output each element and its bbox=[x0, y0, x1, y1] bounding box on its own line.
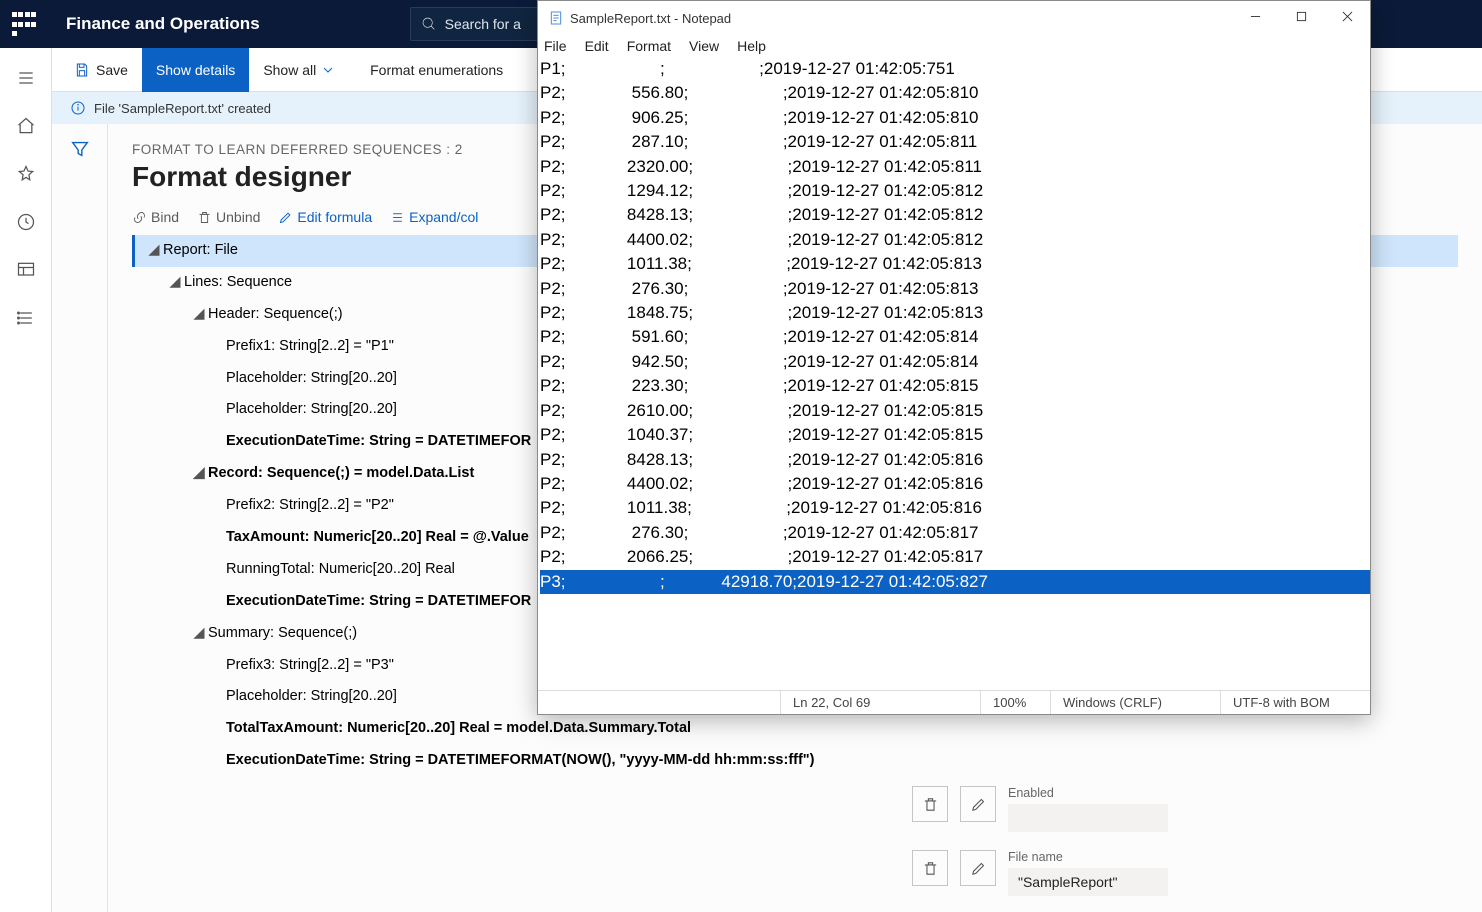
edit-formula-button[interactable]: Edit formula bbox=[278, 209, 372, 225]
notepad-statusbar: Ln 22, Col 69 100% Windows (CRLF) UTF-8 … bbox=[538, 690, 1370, 714]
tree-label: Prefix1: String[2..2] = "P1" bbox=[226, 331, 394, 363]
enabled-label: Enabled bbox=[1008, 786, 1168, 800]
chevron-down-icon bbox=[320, 62, 336, 78]
nav-modules[interactable] bbox=[10, 302, 42, 334]
status-spacer bbox=[538, 691, 780, 714]
pencil-icon bbox=[970, 796, 987, 813]
save-label: Save bbox=[96, 62, 128, 78]
pencil-icon bbox=[278, 210, 293, 225]
expand-collapse-button[interactable]: Expand/col bbox=[390, 209, 478, 225]
list-icon bbox=[390, 210, 405, 225]
waffle-icon[interactable] bbox=[12, 12, 36, 36]
trash-icon bbox=[922, 860, 939, 877]
show-details-button[interactable]: Show details bbox=[142, 48, 249, 92]
tree-label: Placeholder: String[20..20] bbox=[226, 394, 397, 426]
filename-value[interactable]: "SampleReport" bbox=[1008, 868, 1168, 896]
save-icon bbox=[74, 62, 90, 78]
nav-favorites[interactable] bbox=[10, 158, 42, 190]
properties-panel: Enabled File name "SampleReport" bbox=[896, 770, 1482, 912]
format-enumerations-button[interactable]: Format enumerations bbox=[356, 48, 517, 92]
show-all-label: Show all bbox=[263, 62, 316, 78]
menu-format[interactable]: Format bbox=[627, 38, 671, 54]
notepad-icon bbox=[548, 10, 564, 26]
status-zoom: 100% bbox=[980, 691, 1050, 714]
unbind-button[interactable]: Unbind bbox=[197, 209, 260, 225]
format-enum-label: Format enumerations bbox=[370, 62, 503, 78]
notepad-text-area[interactable]: P1; ; ;2019-12-27 01:42:05:751P2; 556.80… bbox=[538, 57, 1370, 690]
close-button[interactable] bbox=[1324, 1, 1370, 31]
trash-icon bbox=[197, 210, 212, 225]
leftnav bbox=[0, 48, 52, 912]
tree-node-totaltax[interactable]: TotalTaxAmount: Numeric[20..20] Real = m… bbox=[132, 713, 1458, 745]
notepad-title-text: SampleReport.txt - Notepad bbox=[570, 11, 731, 26]
notepad-window: SampleReport.txt - Notepad File Edit For… bbox=[537, 0, 1371, 715]
tree-label: Header: Sequence(;) bbox=[208, 299, 343, 331]
status-eol: Windows (CRLF) bbox=[1050, 691, 1220, 714]
tree-label: Prefix2: String[2..2] = "P2" bbox=[226, 490, 394, 522]
info-message-text: File 'SampleReport.txt' created bbox=[94, 101, 271, 116]
tree-label: Record: Sequence(;) = model.Data.List bbox=[208, 458, 474, 490]
nav-recent[interactable] bbox=[10, 206, 42, 238]
tree-label: Placeholder: String[20..20] bbox=[226, 363, 397, 395]
edit-button[interactable] bbox=[960, 786, 996, 822]
search-placeholder: Search for a bbox=[445, 16, 521, 32]
tree-label: TotalTaxAmount: Numeric[20..20] Real = m… bbox=[226, 713, 691, 745]
tree-label: TaxAmount: Numeric[20..20] Real = @.Valu… bbox=[226, 522, 529, 554]
tree-label: ExecutionDateTime: String = DATETIMEFOR bbox=[226, 586, 531, 618]
menu-view[interactable]: View bbox=[689, 38, 719, 54]
enabled-value[interactable] bbox=[1008, 804, 1168, 832]
unbind-label: Unbind bbox=[216, 209, 260, 225]
info-icon bbox=[70, 100, 86, 116]
bind-label: Bind bbox=[151, 209, 179, 225]
nav-workspaces[interactable] bbox=[10, 254, 42, 286]
status-encoding: UTF-8 with BOM bbox=[1220, 691, 1370, 714]
tree-label: Report: File bbox=[163, 235, 238, 267]
menu-file[interactable]: File bbox=[544, 38, 567, 54]
tree-label: Lines: Sequence bbox=[184, 267, 292, 299]
filter-column bbox=[52, 124, 108, 912]
app-brand: Finance and Operations bbox=[66, 14, 260, 34]
trash-icon bbox=[922, 796, 939, 813]
status-position: Ln 22, Col 69 bbox=[780, 691, 980, 714]
edit-button[interactable] bbox=[960, 850, 996, 886]
expand-label: Expand/col bbox=[409, 209, 478, 225]
maximize-button[interactable] bbox=[1278, 1, 1324, 31]
show-details-label: Show details bbox=[156, 62, 235, 78]
search-icon bbox=[421, 16, 437, 32]
prop-row-filename: File name "SampleReport" bbox=[912, 850, 1466, 896]
save-button[interactable]: Save bbox=[60, 48, 142, 92]
show-all-button[interactable]: Show all bbox=[249, 48, 356, 92]
pencil-icon bbox=[970, 860, 987, 877]
notepad-titlebar[interactable]: SampleReport.txt - Notepad bbox=[538, 1, 1370, 35]
tree-label: Placeholder: String[20..20] bbox=[226, 681, 397, 713]
notepad-menubar: File Edit Format View Help bbox=[538, 35, 1370, 57]
global-search[interactable]: Search for a bbox=[410, 7, 550, 41]
filter-icon[interactable] bbox=[69, 138, 91, 160]
minimize-button[interactable] bbox=[1232, 1, 1278, 31]
tree-label: RunningTotal: Numeric[20..20] Real bbox=[226, 554, 455, 586]
tree-label: Prefix3: String[2..2] = "P3" bbox=[226, 650, 394, 682]
link-icon bbox=[132, 210, 147, 225]
filename-label: File name bbox=[1008, 850, 1168, 864]
tree-label: ExecutionDateTime: String = DATETIMEFORM… bbox=[226, 745, 815, 777]
bind-button[interactable]: Bind bbox=[132, 209, 179, 225]
tree-label: Summary: Sequence(;) bbox=[208, 618, 357, 650]
delete-button[interactable] bbox=[912, 786, 948, 822]
tree-label: ExecutionDateTime: String = DATETIMEFOR bbox=[226, 426, 531, 458]
prop-row-enabled: Enabled bbox=[912, 786, 1466, 832]
menu-edit[interactable]: Edit bbox=[585, 38, 609, 54]
menu-help[interactable]: Help bbox=[737, 38, 766, 54]
delete-button[interactable] bbox=[912, 850, 948, 886]
nav-hamburger[interactable] bbox=[10, 62, 42, 94]
edit-formula-label: Edit formula bbox=[297, 209, 372, 225]
nav-home[interactable] bbox=[10, 110, 42, 142]
